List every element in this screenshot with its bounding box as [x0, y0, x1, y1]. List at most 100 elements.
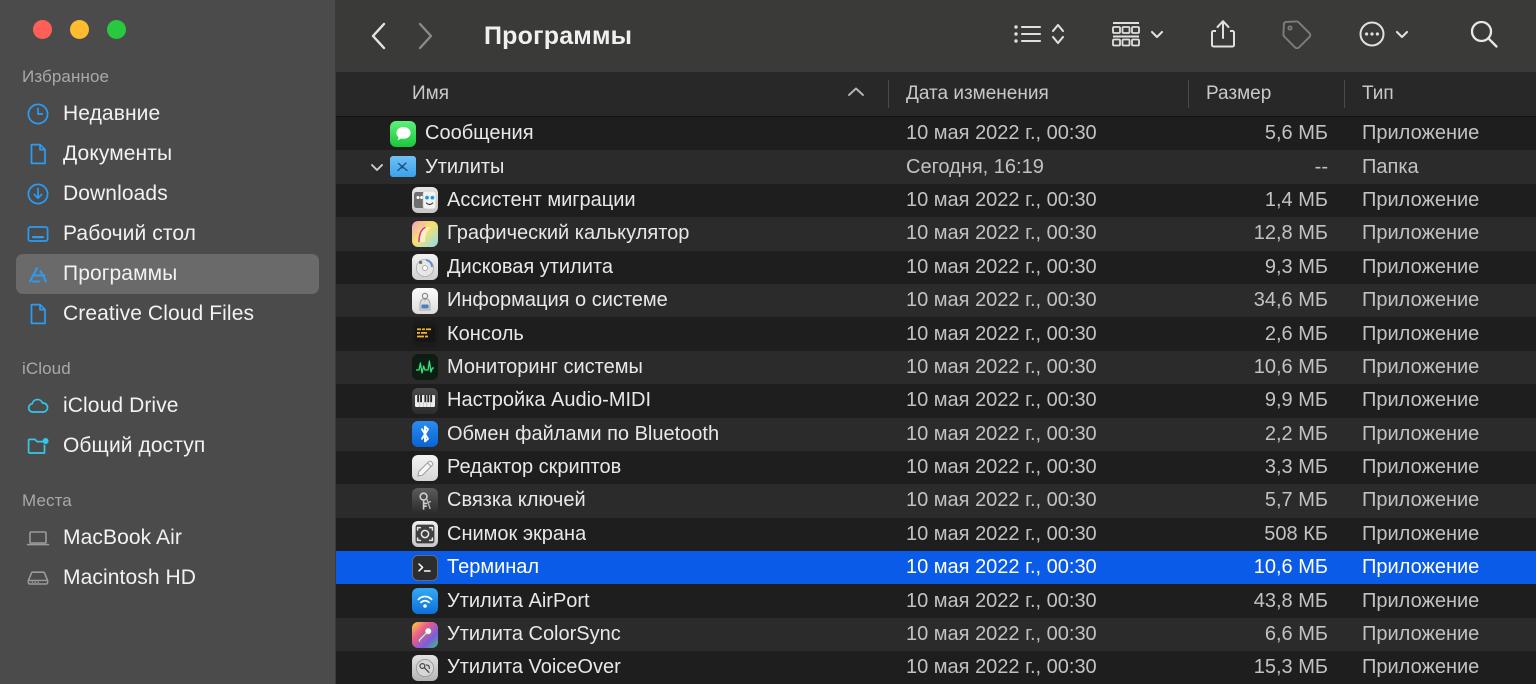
- sidebar-item-macbook-air[interactable]: MacBook Air: [16, 518, 319, 558]
- table-row[interactable]: Связка ключей 10 мая 2022 г., 00:30 5,7 МБ…: [336, 484, 1536, 518]
- file-type-cell: Приложение: [1362, 355, 1480, 378]
- table-row[interactable]: Снимок экрана 10 мая 2022 г., 00:30 508 КБ…: [336, 517, 1536, 552]
- chevron-down-icon[interactable]: [364, 160, 390, 174]
- sidebar-item-macintosh-hd[interactable]: Macintosh HD: [16, 558, 319, 598]
- chevron-left-icon[interactable]: [366, 19, 392, 53]
- table-row[interactable]: Информация о системе 10 мая 2022 г., 00:3…: [336, 283, 1536, 318]
- traffic-light-buttons: [0, 0, 335, 60]
- sidebar-item-icloud-drive[interactable]: iCloud Drive: [16, 386, 319, 426]
- applications-icon: [25, 261, 51, 287]
- more-actions-button[interactable]: [1335, 13, 1432, 59]
- file-date-cell: 10 мая 2022 г., 00:30: [906, 355, 1097, 378]
- file-size-cell: 5,7 МБ: [1264, 489, 1328, 512]
- chevron-right-icon[interactable]: [412, 19, 438, 53]
- tags-button[interactable]: [1259, 13, 1335, 59]
- airport-utility-icon: [412, 588, 438, 615]
- group-grid-icon: [1110, 20, 1142, 53]
- file-size-cell: 3,3 МБ: [1264, 456, 1328, 479]
- migration-assistant-icon: [412, 187, 438, 214]
- file-name-cell: Консоль: [336, 321, 888, 348]
- file-name-cell: Мониторинг системы: [336, 354, 888, 381]
- main-area: Программы Имя Дата изменения Размер Тип …: [336, 0, 1536, 684]
- table-row[interactable]: Редактор скриптов 10 мая 2022 г., 00:30 3,…: [336, 450, 1536, 485]
- table-row[interactable]: Дисковая утилита 10 мая 2022 г., 00:30 9,3…: [336, 250, 1536, 284]
- file-name-label: Сообщения: [425, 122, 534, 145]
- table-row[interactable]: Сообщения 10 мая 2022 г., 00:30 5,6 МБ Прил…: [336, 117, 1536, 151]
- close-button[interactable]: [33, 20, 52, 39]
- zoom-button[interactable]: [107, 20, 126, 39]
- file-size-cell: 9,3 МБ: [1264, 255, 1328, 278]
- file-name-label: Обмен файлами по Bluetooth: [447, 422, 720, 445]
- sidebar-item-creative-cloud-files[interactable]: Creative Cloud Files: [16, 294, 319, 334]
- column-header-row: Имя Дата изменения Размер Тип: [336, 72, 1536, 117]
- table-row[interactable]: Консоль 10 мая 2022 г., 00:30 2,6 МБ Прилож…: [336, 317, 1536, 351]
- keychain-access-icon: [412, 487, 438, 514]
- share-button[interactable]: [1187, 13, 1259, 59]
- table-row[interactable]: Обмен файлами по Bluetooth 10 мая 2022 г.…: [336, 417, 1536, 451]
- file-name-label: Утилита ColorSync: [447, 623, 621, 646]
- file-date-cell: 10 мая 2022 г., 00:30: [906, 322, 1097, 345]
- sidebar-item-недавние[interactable]: Недавние: [16, 94, 319, 134]
- table-row[interactable]: Ассистент миграции 10 мая 2022 г., 00:30 1…: [336, 183, 1536, 218]
- sidebar-item-документы[interactable]: Документы: [16, 134, 319, 174]
- desktop-icon: [25, 221, 51, 247]
- file-type-cell: Папка: [1362, 155, 1419, 178]
- sidebar-item-программы[interactable]: Программы: [16, 254, 319, 294]
- file-name-cell: Утилита AirPort: [336, 588, 888, 615]
- minimize-button[interactable]: [70, 20, 89, 39]
- table-row[interactable]: Утилиты Сегодня, 16:19 -- Папка: [336, 150, 1536, 184]
- table-row[interactable]: Графический калькулятор 10 мая 2022 г., 0…: [336, 217, 1536, 251]
- group-by-button[interactable]: [1088, 13, 1187, 59]
- file-name-label: Терминал: [447, 556, 540, 579]
- sidebar-item-рабочий-стол[interactable]: Рабочий стол: [16, 214, 319, 254]
- sidebar-item-label: Macintosh HD: [63, 566, 197, 589]
- file-type-cell: Приложение: [1362, 188, 1480, 211]
- file-type-cell: Приложение: [1362, 456, 1480, 479]
- file-date-cell: 10 мая 2022 г., 00:30: [906, 188, 1097, 211]
- column-header-name[interactable]: Имя: [336, 72, 888, 116]
- file-name-label: Ассистент миграции: [447, 188, 636, 211]
- download-icon: [25, 181, 51, 207]
- grapher-icon: [412, 220, 438, 247]
- navigation-buttons: [366, 19, 438, 53]
- folder-icon: [390, 154, 416, 180]
- file-name-label: Связка ключей: [447, 489, 586, 512]
- sidebar-groups: Избранное Недавние Документы Downloads Рабоч…: [0, 60, 335, 598]
- file-name-cell: Ассистент миграции: [336, 187, 888, 214]
- column-header-type[interactable]: Тип: [1344, 72, 1536, 116]
- file-name-cell: Утилита ColorSync: [336, 621, 888, 648]
- sidebar-item-общий-доступ[interactable]: Общий доступ: [16, 426, 319, 466]
- table-row[interactable]: Утилита AirPort 10 мая 2022 г., 00:30 43,8…: [336, 584, 1536, 618]
- sidebar-section-title: Места: [22, 491, 72, 510]
- file-date-cell: 10 мая 2022 г., 00:30: [906, 456, 1097, 479]
- search-icon: [1468, 18, 1500, 55]
- sidebar-item-downloads[interactable]: Downloads: [16, 174, 319, 214]
- laptop-icon: [25, 525, 51, 551]
- file-date-cell: 10 мая 2022 г., 00:30: [906, 389, 1097, 412]
- search-button[interactable]: [1432, 13, 1500, 59]
- column-header-size[interactable]: Размер: [1188, 72, 1344, 116]
- column-header-date[interactable]: Дата изменения: [888, 72, 1188, 116]
- file-name-cell: Снимок экрана: [336, 521, 888, 548]
- table-row[interactable]: Настройка Audio-MIDI 10 мая 2022 г., 00:3…: [336, 384, 1536, 418]
- file-size-cell: 2,2 МБ: [1264, 422, 1328, 445]
- view-options-button[interactable]: [991, 13, 1088, 59]
- file-size-cell: 5,6 МБ: [1264, 122, 1328, 145]
- file-size-cell: 508 КБ: [1264, 522, 1328, 545]
- document-icon: [25, 141, 51, 167]
- table-row[interactable]: Мониторинг системы 10 мая 2022 г., 00:30 1…: [336, 350, 1536, 385]
- table-row[interactable]: Терминал 10 мая 2022 г., 00:30 10,6 МБ Прил…: [336, 551, 1536, 585]
- voiceover-icon: [412, 654, 438, 681]
- sidebar-section-title: iCloud: [22, 359, 71, 378]
- tag-icon: [1281, 19, 1313, 54]
- file-date-cell: 10 мая 2022 г., 00:30: [906, 222, 1097, 245]
- file-date-cell: 10 мая 2022 г., 00:30: [906, 255, 1097, 278]
- screenshot-icon: [412, 521, 438, 548]
- file-size-cell: --: [1314, 155, 1328, 178]
- table-row[interactable]: Утилита VoiceOver 10 мая 2022 г., 00:30 15…: [336, 651, 1536, 684]
- file-size-cell: 9,9 МБ: [1264, 389, 1328, 412]
- sidebar-item-label: Рабочий стол: [63, 222, 197, 245]
- system-information-icon: [412, 287, 438, 314]
- table-row[interactable]: Утилита ColorSync 10 мая 2022 г., 00:30 6,…: [336, 617, 1536, 652]
- chevron-down-icon: [1149, 26, 1165, 47]
